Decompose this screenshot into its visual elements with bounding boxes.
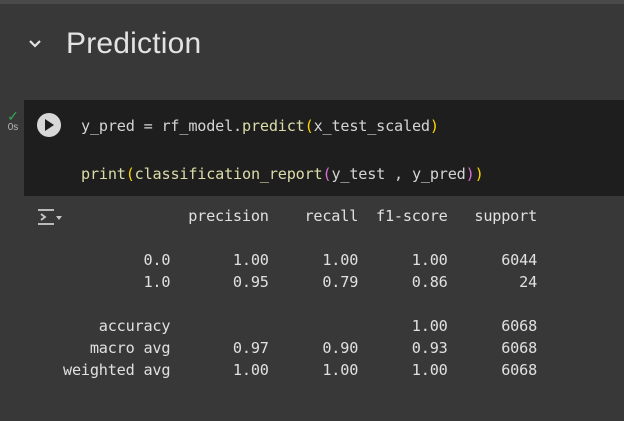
code-token: ) [474, 165, 484, 183]
code-token: x_test_scaled [313, 117, 430, 135]
check-icon: ✓ [7, 108, 19, 124]
code-token: print [81, 165, 126, 183]
play-icon [45, 119, 54, 131]
code-token: y_pred = rf_model. [81, 117, 242, 135]
execution-time: 0s [7, 122, 19, 133]
code-token: classification_report [134, 165, 323, 183]
code-token: ( [125, 165, 135, 183]
code-line-1: y_pred = rf_model.predict(x_test_scaled) [81, 114, 484, 138]
cell-output: precision recall f1-score support 0.0 1.… [63, 207, 538, 379]
cell-status: ✓ 0s [2, 108, 24, 134]
code-line-2: print(classification_report(y_test , y_p… [81, 162, 484, 186]
chevron-down-icon[interactable] [24, 33, 46, 55]
output-actions-icon[interactable] [36, 206, 62, 228]
code-token: ( [304, 117, 314, 135]
code-token: predict [242, 117, 305, 135]
code-token: y_test , y_pred [331, 165, 466, 183]
section-title: Prediction [66, 27, 202, 60]
top-divider [0, 0, 624, 4]
code-editor[interactable]: y_pred = rf_model.predict(x_test_scaled)… [81, 114, 484, 186]
code-token: ) [429, 117, 439, 135]
section-header[interactable]: Prediction [24, 22, 201, 66]
run-cell-button[interactable] [37, 113, 61, 137]
code-token: ) [465, 165, 475, 183]
code-cell[interactable]: y_pred = rf_model.predict(x_test_scaled)… [24, 100, 624, 196]
